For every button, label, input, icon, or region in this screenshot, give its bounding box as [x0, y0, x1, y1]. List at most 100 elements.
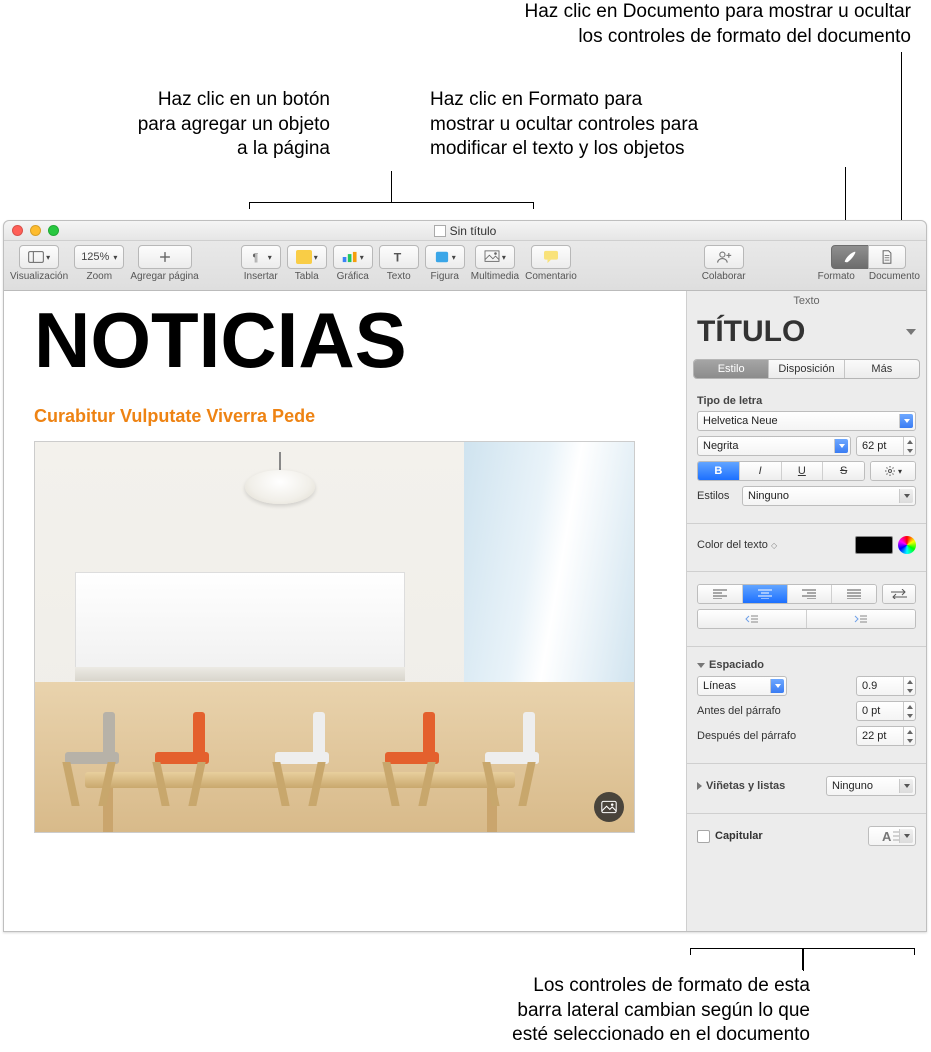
subheadline[interactable]: Curabitur Vulputate Viverra Pede [34, 406, 656, 427]
font-size-field[interactable]: 62 pt [856, 436, 916, 456]
table-icon [296, 250, 312, 264]
text-button[interactable]: T [379, 245, 419, 269]
spacing-value-field[interactable]: 0.9 [856, 676, 916, 696]
shape-button[interactable]: ▾ [425, 245, 465, 269]
media-label: Multimedia [471, 272, 519, 282]
align-justify-button[interactable] [832, 585, 876, 603]
app-window: Sin título ▾ Visualización 125%▾ Zoom Ag… [3, 220, 927, 932]
comment-icon [543, 250, 559, 264]
indent-button[interactable] [807, 610, 915, 628]
after-para-field[interactable]: 22 pt [856, 726, 916, 746]
tab-style[interactable]: Estilo [694, 360, 769, 378]
traffic-lights [12, 225, 59, 236]
format-button[interactable] [831, 245, 869, 269]
chart-button[interactable]: ▾ [333, 245, 373, 269]
leader-insert [391, 171, 392, 202]
plus-icon [157, 250, 173, 264]
before-para-field[interactable]: 0 pt [856, 701, 916, 721]
minimize-icon[interactable] [30, 225, 41, 236]
document-label: Documento [869, 272, 920, 282]
doc-proxy-icon [434, 225, 446, 237]
toolbar: ▾ Visualización 125%▾ Zoom Agregar págin… [4, 241, 926, 291]
char-styles-select[interactable]: Ninguno [742, 486, 916, 506]
leader-doc [901, 52, 902, 240]
bidi-icon [891, 589, 907, 599]
text-color-swatch[interactable] [855, 536, 893, 554]
callouts-top: Haz clic en Documento para mostrar u ocu… [0, 0, 931, 220]
media-icon [484, 250, 500, 264]
doc-title: Sin título [434, 224, 497, 238]
view-label: Visualización [10, 272, 68, 282]
chart-label: Gráfica [337, 272, 369, 282]
zoom-label: Zoom [86, 272, 112, 282]
align-left-button[interactable] [698, 585, 743, 603]
document-canvas[interactable]: NOTICIAS Curabitur Vulputate Viverra Ped… [4, 291, 686, 931]
gear-icon [884, 465, 896, 477]
table-label: Tabla [295, 272, 319, 282]
callouts-bottom: Los controles de formato de estabarra la… [0, 932, 931, 1052]
align-right-button[interactable] [788, 585, 833, 603]
tab-more[interactable]: Más [845, 360, 919, 378]
close-icon[interactable] [12, 225, 23, 236]
content-area: NOTICIAS Curabitur Vulputate Viverra Ped… [4, 291, 926, 931]
shape-label: Figura [431, 272, 459, 282]
callout-document: Haz clic en Documento para mostrar u ocu… [291, 0, 911, 49]
add-page-button[interactable] [138, 245, 192, 269]
table-button[interactable]: ▾ [287, 245, 327, 269]
hero-image[interactable] [34, 441, 635, 833]
insert-button[interactable]: ¶▾ [241, 245, 281, 269]
addpage-label: Agregar página [130, 272, 198, 282]
brush-icon [842, 250, 858, 264]
align-center-button[interactable] [743, 585, 788, 603]
zoom-icon[interactable] [48, 225, 59, 236]
zoom-select[interactable]: 125%▾ [74, 245, 124, 269]
page: NOTICIAS Curabitur Vulputate Viverra Ped… [4, 295, 686, 833]
document-button[interactable] [868, 245, 906, 269]
svg-text:T: T [393, 250, 401, 264]
page-icon [879, 250, 895, 264]
headline[interactable]: NOTICIAS [34, 295, 656, 386]
tab-layout[interactable]: Disposición [769, 360, 844, 378]
titlebar: Sin título [4, 221, 926, 241]
spacing-type-select[interactable]: Líneas [697, 676, 787, 696]
svg-text:A: A [882, 829, 892, 843]
view-button[interactable]: ▾ [19, 245, 59, 269]
after-para-label: Después del párrafo [697, 730, 851, 742]
sidebar-view-icon [28, 250, 44, 264]
dropcap-style-select[interactable]: A [868, 826, 916, 846]
font-family-select[interactable]: Helvetica Neue [697, 411, 916, 431]
person-add-icon [716, 250, 732, 264]
image-replace-icon[interactable] [594, 792, 624, 822]
bullets-disclosure[interactable]: Viñetas y listas [697, 780, 821, 792]
insert-label: Insertar [244, 272, 278, 282]
bold-button[interactable]: B [698, 462, 740, 480]
format-sidebar: Texto TÍTULO Estilo Disposición Más Tipo… [686, 291, 926, 931]
indent-buttons [697, 609, 916, 629]
strike-button[interactable]: S [823, 462, 864, 480]
bracket-insert [249, 202, 534, 203]
text-label: Texto [387, 272, 411, 282]
direction-button[interactable] [882, 584, 916, 604]
comment-button[interactable] [531, 245, 571, 269]
font-section-label: Tipo de letra [697, 395, 916, 407]
dropcap-checkbox[interactable] [697, 830, 710, 843]
color-wheel-icon[interactable] [898, 536, 916, 554]
bullets-select[interactable]: Ninguno [826, 776, 916, 796]
collab-label: Colaborar [702, 272, 746, 282]
italic-button[interactable]: I [740, 462, 782, 480]
spacing-disclosure[interactable]: Espaciado [697, 659, 916, 671]
chart-icon [342, 250, 358, 264]
collaborate-button[interactable] [704, 245, 744, 269]
format-doc-segment [831, 245, 906, 269]
comment-label: Comentario [525, 272, 577, 282]
font-weight-select[interactable]: Negrita [697, 436, 851, 456]
alignment-buttons [697, 584, 877, 604]
callout-format: Haz clic en Formato paramostrar u oculta… [430, 88, 850, 162]
media-button[interactable]: ▾ [475, 245, 515, 269]
underline-button[interactable]: U [782, 462, 824, 480]
svg-text:¶: ¶ [252, 252, 258, 264]
advanced-font-button[interactable]: ▾ [870, 461, 916, 481]
outdent-button[interactable] [698, 610, 807, 628]
typeface-buttons: B I U S [697, 461, 865, 481]
paragraph-style-popup[interactable]: TÍTULO [687, 309, 926, 359]
